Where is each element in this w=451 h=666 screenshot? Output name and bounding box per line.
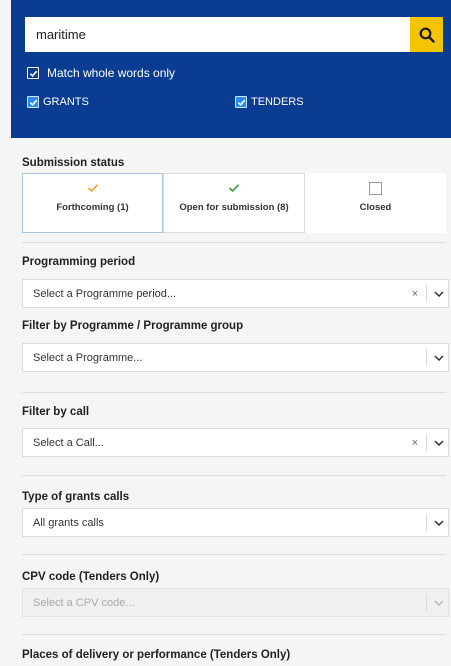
status-closed-label: Closed [359, 202, 392, 213]
search-icon [419, 27, 435, 43]
match-whole-words-checkbox[interactable] [27, 67, 39, 79]
checkmark-icon [29, 70, 37, 77]
places-title: Places of delivery or performance (Tende… [22, 649, 291, 661]
tenders-label: TENDERS [251, 96, 304, 108]
search-panel: Match whole words only GRANTS TENDERS [11, 0, 451, 138]
chevron-down-icon[interactable] [430, 354, 448, 361]
status-closed[interactable]: Closed [305, 173, 446, 233]
filters-panel: Submission status Forthcoming (1) Open f… [11, 138, 451, 666]
call-placeholder: Select a Call... [33, 436, 104, 449]
select-separator [426, 285, 427, 302]
status-open-label: Open for submission (8) [179, 202, 289, 213]
grants-calls-select[interactable]: All grants calls [22, 508, 449, 537]
chevron-down-icon[interactable] [430, 439, 448, 446]
checkmark-icon [237, 99, 245, 106]
divider [22, 554, 446, 555]
programme-select[interactable]: Select a Programme... [22, 343, 449, 372]
cpv-select: Select a CPV code... [22, 588, 449, 617]
select-separator [426, 434, 427, 451]
match-whole-words-label: Match whole words only [47, 66, 176, 80]
grants-calls-title: Type of grants calls [22, 491, 130, 503]
select-separator [426, 594, 427, 611]
status-closed-checkbox[interactable] [369, 182, 382, 195]
chevron-down-icon[interactable] [430, 290, 448, 297]
chevron-down-icon [430, 599, 448, 606]
match-whole-words-option[interactable]: Match whole words only [27, 66, 175, 80]
grants-label: GRANTS [43, 96, 89, 108]
programme-title: Filter by Programme / Programme group [22, 320, 244, 332]
submission-status-title: Submission status [22, 157, 125, 169]
search-input[interactable] [25, 17, 410, 52]
status-forthcoming-label: Forthcoming (1) [56, 202, 129, 213]
divider [22, 392, 446, 393]
grants-calls-value: All grants calls [33, 516, 104, 529]
checkmark-icon [87, 184, 98, 193]
clear-icon[interactable]: × [407, 288, 423, 300]
chevron-down-icon[interactable] [430, 519, 448, 526]
programming-period-placeholder: Select a Programme period... [33, 287, 177, 300]
search-box [25, 17, 443, 52]
cpv-title: CPV code (Tenders Only) [22, 571, 160, 583]
status-forthcoming[interactable]: Forthcoming (1) [22, 173, 163, 233]
status-open[interactable]: Open for submission (8) [163, 173, 305, 233]
checkmark-icon [29, 99, 37, 106]
select-separator [426, 349, 427, 366]
clear-icon[interactable]: × [407, 437, 423, 449]
tenders-option[interactable]: TENDERS [235, 96, 304, 108]
grants-option[interactable]: GRANTS [27, 96, 89, 108]
cpv-placeholder: Select a CPV code... [33, 596, 135, 609]
select-separator [426, 514, 427, 531]
divider [22, 634, 446, 635]
grants-checkbox[interactable] [27, 96, 39, 108]
tenders-checkbox[interactable] [235, 96, 247, 108]
call-title: Filter by call [22, 406, 90, 418]
submission-status-options: Forthcoming (1) Open for submission (8) … [22, 173, 446, 233]
checkmark-icon [228, 184, 240, 193]
call-select[interactable]: Select a Call... × [22, 428, 449, 457]
divider [22, 242, 446, 243]
divider [22, 475, 446, 476]
programme-placeholder: Select a Programme... [33, 351, 143, 364]
programming-period-select[interactable]: Select a Programme period... × [22, 279, 449, 308]
search-button[interactable] [410, 17, 443, 52]
programming-period-title: Programming period [22, 256, 136, 268]
